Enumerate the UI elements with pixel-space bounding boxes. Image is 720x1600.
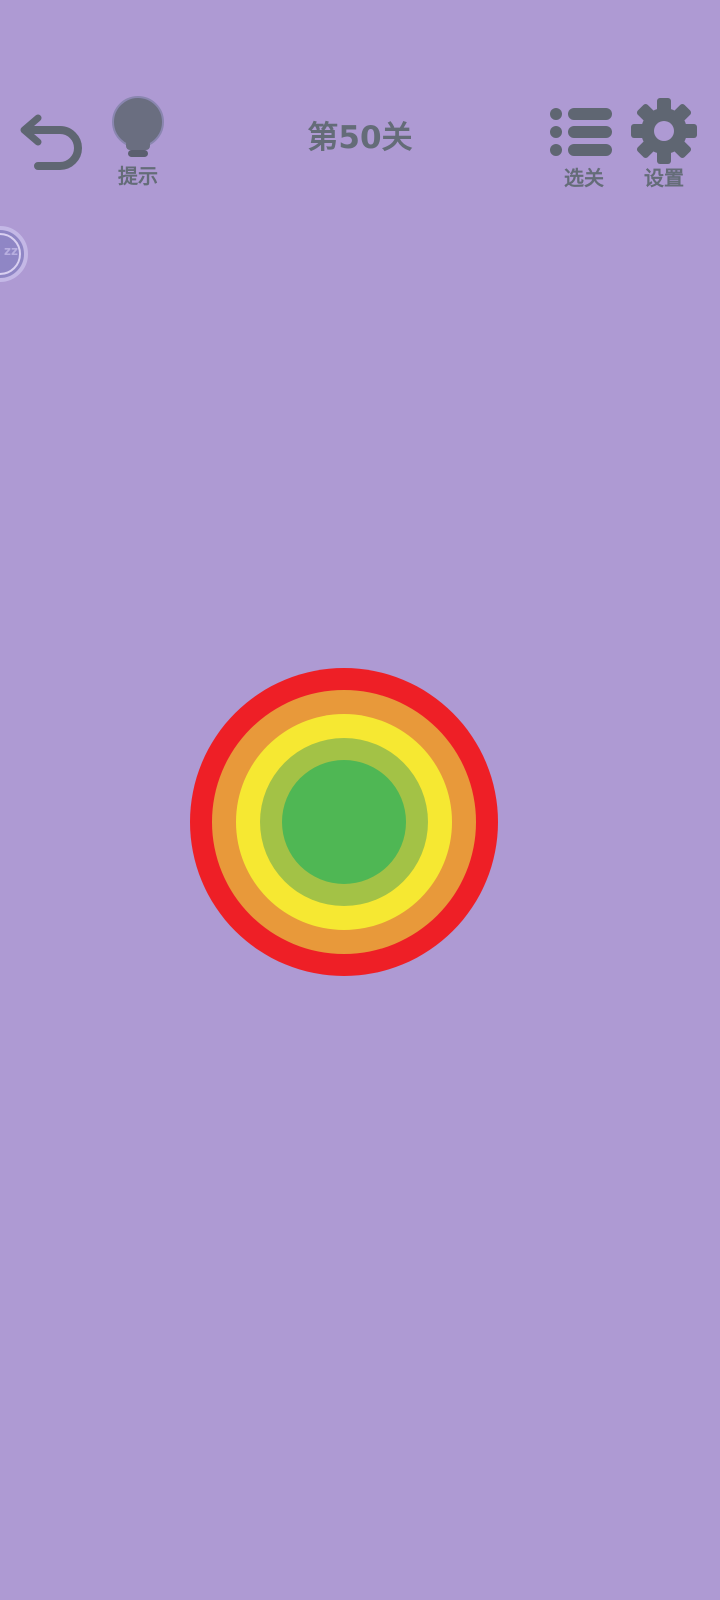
undo-button[interactable]: [18, 100, 90, 172]
settings-button[interactable]: 设置: [628, 98, 700, 190]
sleep-text: zz: [4, 244, 18, 258]
level-select-label: 选关: [564, 166, 604, 190]
top-toolbar: 提示 第50关 选关 设置: [0, 0, 720, 200]
level-select-button[interactable]: 选关: [548, 104, 620, 190]
level-title: 第50关: [307, 120, 413, 156]
list-icon: [548, 104, 620, 160]
hint-label: 提示: [118, 164, 158, 188]
undo-icon: [18, 100, 90, 172]
floating-sleep-bubble[interactable]: zz: [0, 226, 28, 282]
gear-icon: [628, 98, 700, 164]
game-screen: 提示 第50关 选关 设置 zz: [0, 0, 720, 1600]
lightbulb-icon: [108, 96, 168, 158]
rings-stack: [190, 668, 498, 976]
settings-label: 设置: [644, 166, 684, 190]
hint-button[interactable]: 提示: [108, 96, 168, 188]
ring-green[interactable]: [282, 760, 406, 884]
